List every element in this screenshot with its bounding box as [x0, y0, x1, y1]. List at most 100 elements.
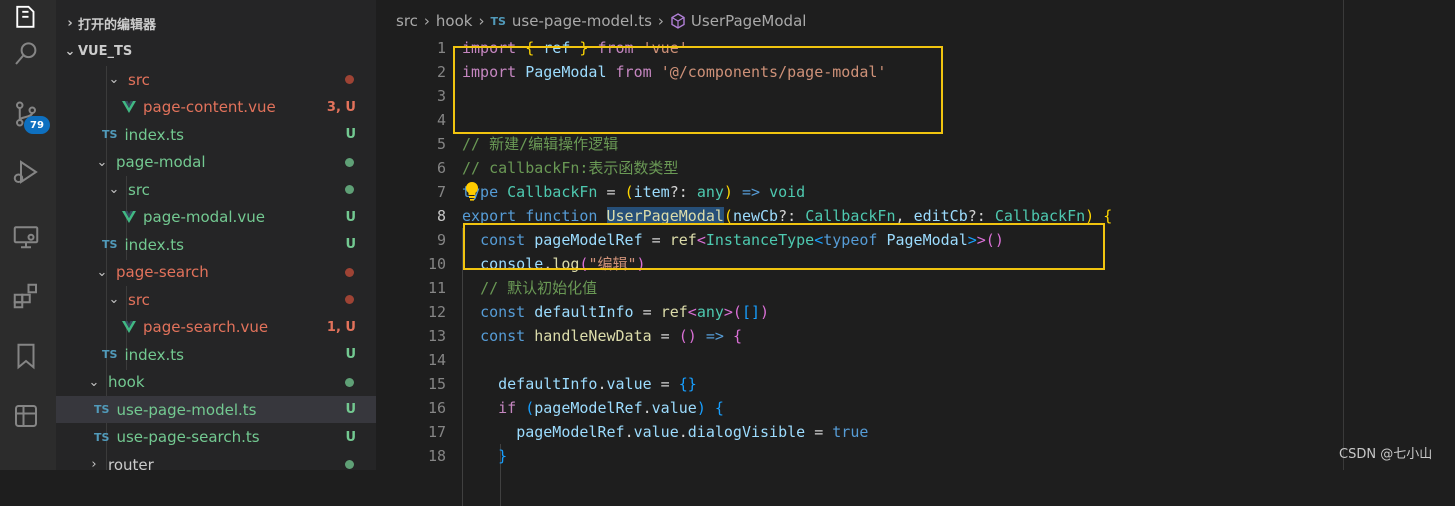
git-status: U	[345, 347, 356, 362]
line-number: 16	[427, 399, 446, 417]
tree-item[interactable]: TS use-page-model.ts U	[56, 396, 376, 423]
tree-item[interactable]: page-content.vue 3, U	[56, 94, 376, 121]
tree-item[interactable]: ⌄ hook	[56, 369, 376, 396]
git-status-dot	[345, 75, 354, 84]
git-status: U	[345, 127, 356, 142]
tree-item[interactable]: TS use-page-search.ts U	[56, 424, 376, 451]
tree-item[interactable]: page-modal.vue U	[56, 204, 376, 231]
watermark: CSDN @七小山	[1339, 447, 1433, 462]
chevron-down-icon: ⌄	[108, 292, 120, 307]
explorer-sidebar: › 打开的编辑器 ⌄ VUE_TS ⌄ src page-content.vue 3,…	[56, 0, 376, 470]
git-status-dot	[345, 460, 354, 469]
code-line[interactable]: // callbackFn:表示函数类型	[462, 156, 678, 180]
vue-file-icon	[122, 211, 136, 223]
activity-bar: 79	[0, 0, 56, 470]
chevron-right-icon: ›	[478, 12, 485, 30]
chevron-down-icon: ⌄	[96, 154, 108, 170]
git-status-dot	[345, 185, 354, 194]
tree-item[interactable]: TS index.ts U	[56, 121, 376, 148]
chevron-down-icon: ⌄	[108, 182, 120, 197]
git-status: U	[345, 402, 356, 417]
git-status-dot	[345, 377, 354, 387]
line-number: 1	[436, 39, 446, 57]
git-status: 1, U	[326, 319, 356, 335]
breadcrumb-symbol[interactable]: UserPageModal	[691, 12, 807, 30]
bookmarks-icon[interactable]	[8, 338, 44, 374]
tree-item-label: index.ts	[124, 345, 184, 364]
tree-item-label: use-page-model.ts	[116, 400, 257, 419]
ts-file-icon: TS	[102, 128, 118, 141]
tree-item[interactable]: ⌄ src	[56, 286, 376, 313]
git-status: 3, U	[326, 99, 356, 115]
tree-item[interactable]: ⌄ src	[56, 176, 376, 203]
chevron-right-icon: ›	[67, 15, 73, 31]
chevron-right-icon: ›	[91, 457, 97, 470]
lightbulb-icon[interactable]	[462, 180, 482, 202]
chevron-down-icon: ⌄	[96, 264, 108, 280]
highlight-box-imports	[453, 46, 943, 134]
code-line[interactable]: pageModelRef.value.dialogVisible = true	[462, 420, 868, 444]
git-status-dot	[345, 157, 354, 167]
tree-item[interactable]: TS index.ts U	[56, 341, 376, 368]
code-line[interactable]: defaultInfo.value = {}	[462, 372, 697, 396]
code-line[interactable]: const defaultInfo = ref<any>([])	[462, 300, 769, 324]
breadcrumb-src[interactable]: src	[396, 12, 418, 30]
line-number: 15	[427, 375, 446, 393]
tree-item[interactable]: ⌄ src	[56, 66, 376, 93]
line-number: 14	[427, 351, 446, 369]
tree-item-label: use-page-search.ts	[116, 428, 260, 446]
run-debug-icon[interactable]	[8, 154, 44, 190]
code-line[interactable]: if (pageModelRef.value) {	[462, 396, 724, 420]
extensions-icon[interactable]	[8, 278, 44, 314]
vue-file-icon	[122, 321, 136, 333]
ts-file-icon: TS	[490, 14, 506, 28]
line-number: 10	[427, 255, 446, 273]
scrollbar[interactable]	[1343, 0, 1344, 470]
line-number: 2	[436, 63, 446, 81]
vue-file-icon	[122, 101, 136, 113]
tree-item-label: page-search	[116, 263, 209, 281]
code-line[interactable]: const handleNewData = () => {	[462, 324, 742, 348]
line-number: 5	[436, 135, 446, 153]
tree-item-label: index.ts	[124, 125, 184, 144]
tree-item[interactable]: › router	[56, 451, 376, 470]
git-status: U	[345, 209, 356, 225]
open-editors-label: 打开的编辑器	[78, 17, 157, 33]
line-number: 12	[427, 303, 446, 321]
explorer-icon[interactable]	[8, 0, 44, 36]
chevron-down-icon: ⌄	[64, 43, 76, 59]
line-number: 3	[436, 87, 446, 105]
tree-item-label: router	[108, 455, 154, 471]
chevron-down-icon: ⌄	[108, 72, 120, 87]
code-line[interactable]: // 新建/编辑操作逻辑	[462, 132, 618, 156]
code-line[interactable]: type CallbackFn = (item?: any) => void	[462, 180, 805, 204]
line-number: 7	[436, 183, 446, 201]
breadcrumb-file[interactable]: use-page-model.ts	[512, 12, 652, 30]
git-status: U	[345, 429, 356, 445]
chevron-right-icon: ›	[657, 12, 664, 30]
ts-file-icon: TS	[94, 430, 110, 444]
tree-item-label: src	[128, 180, 150, 199]
git-status-dot	[345, 295, 354, 304]
git-status: U	[345, 237, 356, 252]
git-status-dot	[345, 267, 354, 277]
line-number: 9	[436, 231, 446, 249]
tree-item[interactable]: ⌄ page-modal	[56, 149, 376, 176]
search-icon[interactable]	[8, 36, 44, 72]
remote-explorer-icon[interactable]	[8, 218, 44, 254]
scm-badge: 79	[24, 116, 50, 134]
database-icon[interactable]	[8, 398, 44, 434]
code-line[interactable]: }	[462, 444, 507, 468]
line-number: 11	[427, 279, 446, 297]
project-header[interactable]: ⌄ VUE_TS	[56, 40, 376, 62]
tree-item[interactable]: TS index.ts U	[56, 231, 376, 258]
breadcrumb-hook[interactable]: hook	[436, 12, 473, 30]
ts-file-icon: TS	[94, 403, 110, 416]
line-number: 18	[427, 447, 446, 465]
tree-item-label: page-modal	[116, 153, 206, 171]
code-line[interactable]: // 默认初始化值	[462, 276, 597, 300]
tree-item[interactable]: page-search.vue 1, U	[56, 314, 376, 341]
tree-item[interactable]: ⌄ page-search	[56, 259, 376, 286]
ts-file-icon: TS	[102, 238, 118, 251]
open-editors-header[interactable]: › 打开的编辑器	[56, 12, 376, 34]
